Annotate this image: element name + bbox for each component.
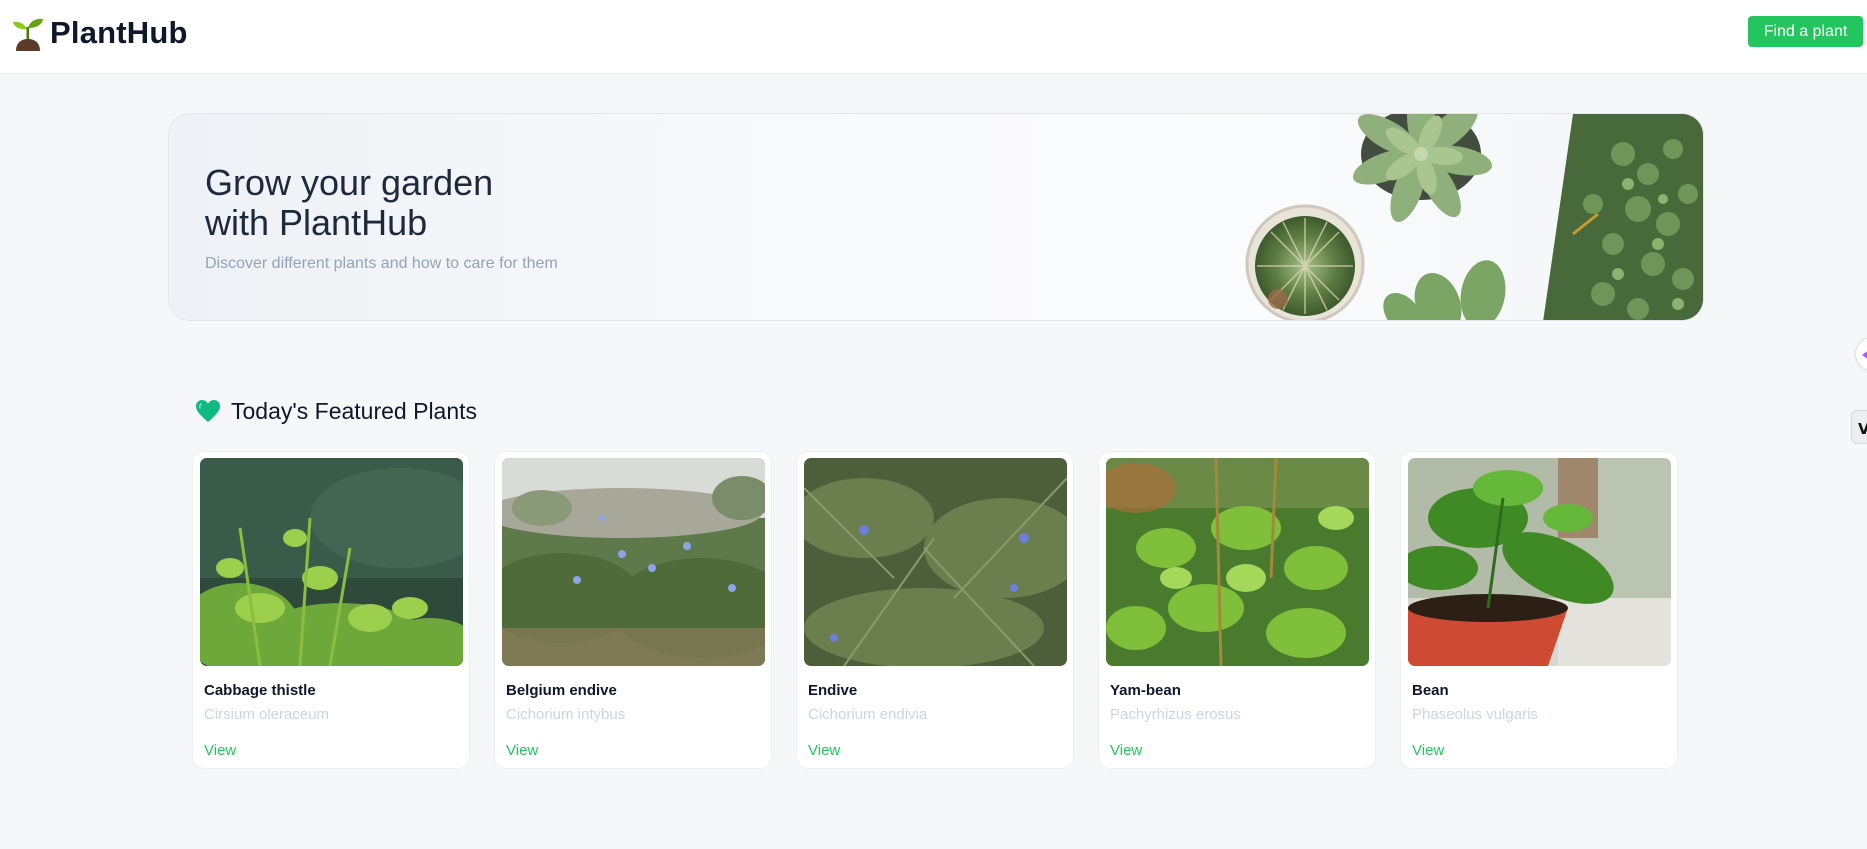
- view-link[interactable]: View: [1110, 742, 1142, 759]
- side-feedback-tab[interactable]: [1855, 337, 1867, 371]
- arrow-left-icon: [1862, 350, 1867, 360]
- hero-succulents-image: [1245, 114, 1703, 320]
- featured-header: Today's Featured Plants: [195, 396, 477, 426]
- hero-title: Grow your garden with PlantHub: [205, 163, 805, 243]
- hero-banner: Grow your garden with PlantHub Discover …: [168, 113, 1704, 321]
- view-link[interactable]: View: [1412, 742, 1444, 759]
- plant-image[interactable]: [502, 458, 765, 666]
- plant-card[interactable]: Belgium endive Cichorium intybus View: [494, 451, 772, 769]
- plant-image[interactable]: [804, 458, 1067, 666]
- plant-card[interactable]: Bean Phaseolus vulgaris View: [1400, 451, 1678, 769]
- hero-title-line-1: Grow your garden: [205, 162, 494, 203]
- plant-name: Cabbage thistle: [204, 682, 316, 699]
- section-title: Today's Featured Plants: [231, 397, 478, 424]
- plant-card[interactable]: Yam-bean Pachyrhizus erosus View: [1098, 451, 1376, 769]
- seedling-icon: [13, 18, 43, 51]
- view-link[interactable]: View: [808, 742, 840, 759]
- plant-name: Yam-bean: [1110, 682, 1181, 699]
- plant-card[interactable]: Cabbage thistle Cirsium oleraceum View: [192, 451, 470, 769]
- view-link[interactable]: View: [204, 742, 236, 759]
- side-widget-tab[interactable]: V: [1851, 410, 1867, 444]
- plant-image[interactable]: [1408, 458, 1671, 666]
- find-plant-button[interactable]: Find a plant: [1748, 16, 1863, 47]
- plant-card[interactable]: Endive Cichorium endivia View: [796, 451, 1074, 769]
- plant-image[interactable]: [200, 458, 463, 666]
- plant-image[interactable]: [1106, 458, 1369, 666]
- brand-name: PlantHub: [50, 15, 188, 50]
- top-navbar: PlantHub Find a plant: [0, 0, 1867, 74]
- plant-scientific-name: Cirsium oleraceum: [204, 706, 330, 723]
- widget-icon: V: [1858, 420, 1867, 438]
- plant-name: Belgium endive: [506, 682, 617, 699]
- hero-subtitle: Discover different plants and how to car…: [205, 255, 558, 272]
- plant-scientific-name: Phaseolus vulgaris: [1412, 706, 1538, 723]
- plant-name: Endive: [808, 682, 858, 699]
- hero-title-line-2: with PlantHub: [205, 202, 428, 243]
- view-link[interactable]: View: [506, 742, 538, 759]
- brand-logo[interactable]: PlantHub: [12, 13, 188, 53]
- plant-name: Bean: [1412, 682, 1449, 699]
- plant-scientific-name: Cichorium intybus: [506, 706, 626, 723]
- heart-icon: [196, 400, 220, 422]
- plant-scientific-name: Cichorium endivia: [808, 706, 928, 723]
- plant-scientific-name: Pachyrhizus erosus: [1110, 706, 1241, 723]
